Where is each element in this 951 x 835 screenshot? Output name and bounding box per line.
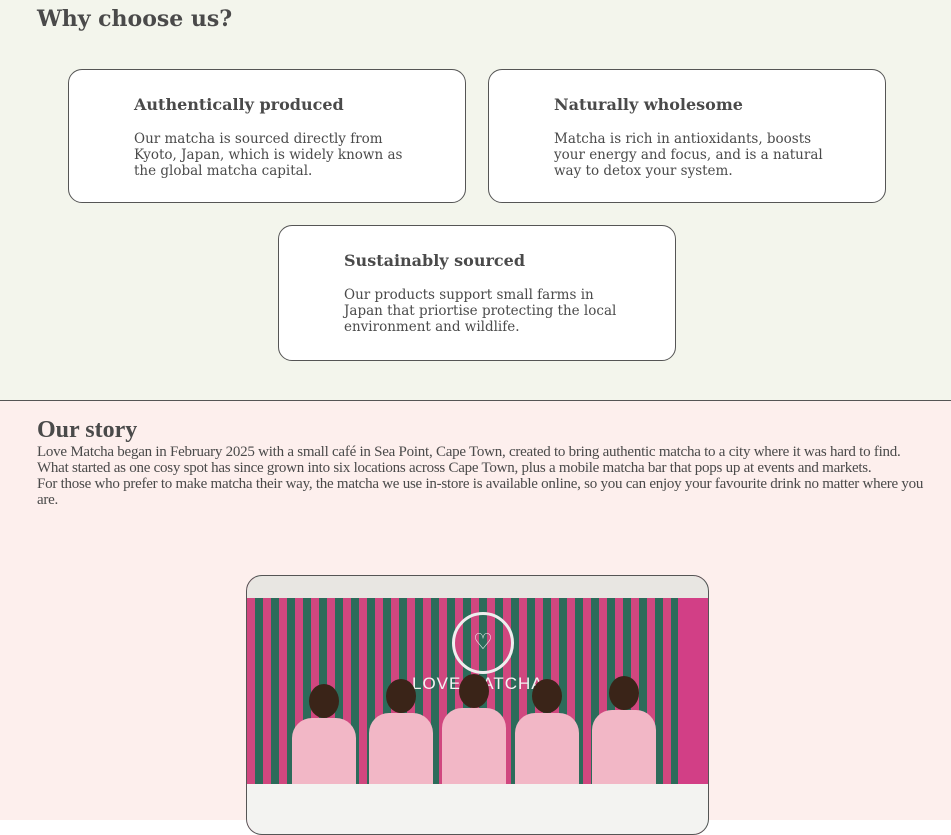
story-paragraph: What started as one cosy spot has since …: [37, 460, 872, 476]
staff-member: [292, 684, 356, 794]
card-text: Matcha is rich in antioxidants, boosts y…: [554, 131, 823, 179]
staff-member: [515, 679, 579, 789]
feature-card-sustainable: Sustainably sourced Our products support…: [278, 225, 676, 361]
section-title: Why choose us?: [37, 6, 233, 32]
feature-card-authentic: Authentically produced Our matcha is sou…: [68, 69, 466, 203]
staff-member: [442, 674, 506, 784]
story-paragraph: For those who prefer to make matcha thei…: [37, 476, 924, 508]
team-photo: ♡ LOVE MATCHA: [246, 575, 709, 835]
card-text: Our products support small farms in Japa…: [344, 287, 617, 335]
card-text: Our matcha is sourced directly from Kyot…: [134, 131, 403, 179]
cup-heart-logo-icon: ♡: [452, 612, 514, 674]
staff-member: [369, 679, 433, 789]
card-title: Authentically produced: [134, 95, 344, 114]
card-title: Sustainably sourced: [344, 251, 526, 270]
counter: [247, 784, 708, 834]
feature-card-wholesome: Naturally wholesome Matcha is rich in an…: [488, 69, 886, 203]
ceiling: [247, 576, 708, 598]
card-title: Naturally wholesome: [554, 95, 743, 114]
staff-member: [592, 676, 656, 786]
section-title: Our story: [37, 417, 138, 443]
our-story-section: Our story Love Matcha began in February …: [0, 401, 951, 835]
story-paragraph: Love Matcha began in February 2025 with …: [37, 444, 901, 460]
why-choose-us-section: Why choose us? Authentically produced Ou…: [0, 0, 951, 401]
pink-wall: [678, 598, 708, 798]
story-text: Love Matcha began in February 2025 with …: [37, 444, 927, 508]
